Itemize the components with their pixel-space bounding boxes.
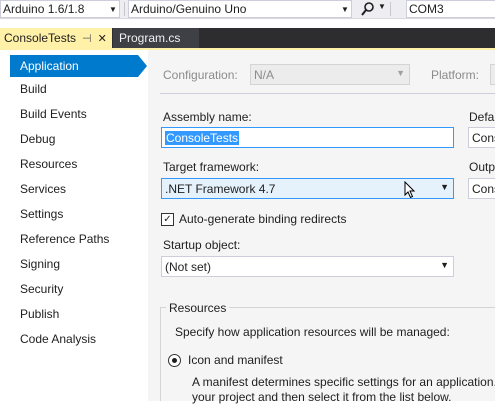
configuration-value: N/A: [254, 67, 275, 82]
toolbar: Arduino 1.6/1.8 ▼ Arduino/Genuino Uno ▼ …: [0, 0, 495, 19]
nav-item-settings[interactable]: Settings: [10, 203, 138, 225]
icon-manifest-radio[interactable]: [168, 354, 181, 367]
nav-item-label: Build: [20, 82, 47, 96]
toolbar-divider: [390, 2, 391, 16]
target-framework-value: .NET Framework 4.7: [165, 181, 276, 196]
resources-group-label: Resources: [166, 301, 230, 315]
target-framework-label: Target framework:: [163, 160, 260, 174]
nav-item-label: Security: [20, 282, 64, 296]
startup-object-value: (Not set): [165, 259, 212, 274]
assembly-name-label: Assembly name:: [163, 110, 252, 124]
output-type-label: Outp: [469, 160, 495, 174]
tab-label: ConsoleTests: [4, 31, 77, 45]
nav-item-signing[interactable]: Signing: [10, 253, 138, 275]
nav-item-label: Settings: [20, 207, 64, 221]
nav-item-label: Code Analysis: [20, 332, 97, 346]
nav-item-security[interactable]: Security: [10, 278, 138, 300]
nav-item-label: Services: [20, 182, 67, 196]
close-icon[interactable]: ✕: [98, 32, 107, 45]
search-dropdown-icon[interactable]: ▼: [378, 2, 386, 11]
assembly-name-value: ConsoleTests: [165, 130, 240, 145]
configuration-select[interactable]: N/A ▼: [250, 64, 410, 85]
chevron-down-icon: ▼: [341, 4, 349, 14]
tab-program-cs[interactable]: Program.cs: [113, 28, 199, 48]
search-icon[interactable]: [360, 1, 376, 17]
nav-item-label: Publish: [20, 307, 60, 321]
nav-item-build[interactable]: Build: [10, 78, 138, 100]
nav-item-build-events[interactable]: Build Events: [10, 103, 138, 125]
nav-item-label: Signing: [20, 257, 61, 271]
nav-item-label: Application: [20, 59, 79, 73]
board-combo[interactable]: Arduino/Genuino Uno ▼: [128, 0, 352, 18]
startup-object-label: Startup object:: [163, 238, 241, 252]
nav-item-publish[interactable]: Publish: [10, 303, 138, 325]
port-value: COM3: [409, 2, 444, 16]
auto-binding-label: Auto-generate binding redirects: [179, 212, 347, 226]
chevron-down-icon: ▼: [396, 68, 405, 78]
nav-item-label: Reference Paths: [20, 232, 110, 246]
toolbar-divider: [124, 2, 125, 16]
output-type-select[interactable]: Cons: [468, 178, 495, 199]
startup-object-select[interactable]: (Not set) ▼: [161, 256, 454, 277]
checkmark-icon: ✓: [163, 213, 172, 225]
nav-item-label: Build Events: [20, 107, 87, 121]
board-version-combo[interactable]: Arduino 1.6/1.8 ▼: [0, 0, 120, 18]
nav-item-application[interactable]: Application: [10, 55, 138, 77]
header-divider: [160, 93, 495, 94]
output-type-value: Cons: [472, 181, 495, 196]
nav-item-debug[interactable]: Debug: [10, 128, 138, 150]
port-combo[interactable]: COM3: [406, 0, 495, 18]
resources-group-left-line: [160, 307, 161, 401]
nav-item-label: Debug: [20, 132, 56, 146]
pin-icon[interactable]: ⊣: [82, 32, 92, 45]
default-namespace-input[interactable]: Conso: [468, 127, 495, 148]
configuration-label: Configuration:: [163, 68, 238, 82]
platform-select[interactable]: [490, 64, 495, 85]
manifest-description-line2: your project and then select it from the…: [192, 390, 452, 404]
chevron-down-icon: ▼: [440, 182, 449, 192]
project-properties-nav: Application Build Build Events Debug Res…: [0, 50, 140, 401]
manifest-description-line1: A manifest determines specific settings …: [192, 375, 495, 389]
nav-item-services[interactable]: Services: [10, 178, 138, 200]
nav-item-resources[interactable]: Resources: [10, 153, 138, 175]
icon-manifest-label: Icon and manifest: [188, 353, 283, 367]
default-namespace-value: Conso: [472, 130, 495, 145]
nav-item-reference-paths[interactable]: Reference Paths: [10, 228, 138, 250]
application-settings-panel: Configuration: N/A ▼ Platform: Assembly …: [148, 50, 495, 404]
resources-description: Specify how application resources will b…: [175, 325, 450, 339]
auto-binding-checkbox[interactable]: ✓: [161, 213, 174, 226]
chevron-down-icon: ▼: [109, 4, 117, 14]
tab-label: Program.cs: [119, 31, 181, 45]
default-namespace-label: Defa: [469, 110, 495, 124]
tab-consoletests[interactable]: ConsoleTests ⊣ ✕: [0, 28, 112, 48]
nav-item-code-analysis[interactable]: Code Analysis: [10, 328, 138, 350]
active-nav-pointer: [138, 55, 147, 77]
assembly-name-input[interactable]: ConsoleTests: [161, 127, 454, 148]
board-version-value: Arduino 1.6/1.8: [3, 2, 85, 16]
mouse-cursor-icon: [404, 181, 416, 199]
chevron-down-icon: ▼: [440, 260, 449, 270]
document-tab-strip: ConsoleTests ⊣ ✕ Program.cs: [0, 28, 495, 48]
board-value: Arduino/Genuino Uno: [131, 2, 247, 16]
nav-item-label: Resources: [20, 157, 78, 171]
platform-label: Platform:: [431, 68, 480, 82]
